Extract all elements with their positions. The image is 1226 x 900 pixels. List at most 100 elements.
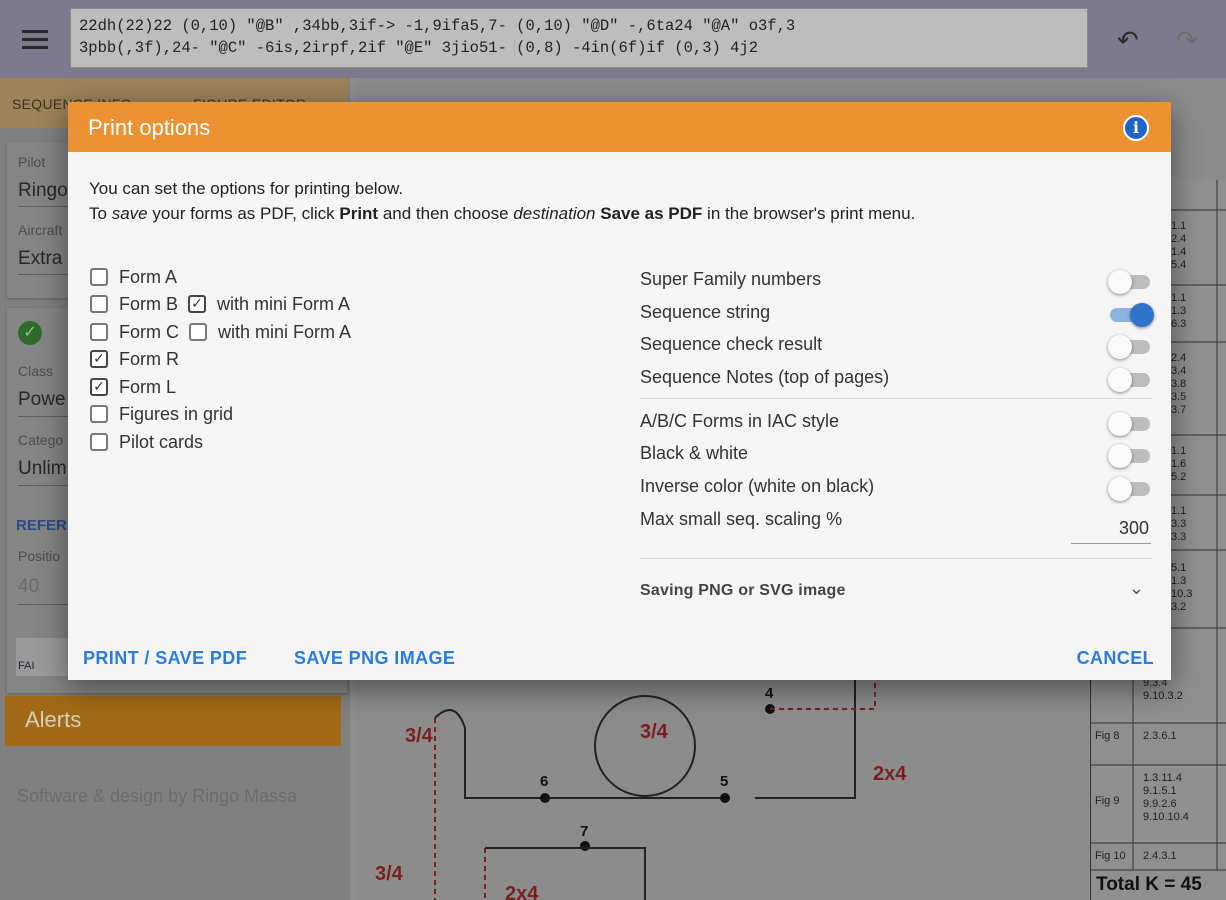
intro-part: save	[111, 204, 148, 223]
form-r-checkbox[interactable]	[90, 350, 108, 368]
class-label: Class	[18, 363, 54, 379]
form-l-label: Form L	[119, 376, 177, 397]
form-c-checkbox[interactable]	[90, 323, 108, 341]
form-b-checkbox[interactable]	[90, 295, 108, 313]
info-icon[interactable]: i	[1123, 115, 1149, 141]
form-c-mini-label: with mini Form A	[218, 321, 352, 342]
k-cell: 2.4.3.1	[1143, 850, 1177, 862]
roll-label: 2x4	[505, 883, 539, 900]
max-scaling-input[interactable]	[1071, 514, 1151, 544]
alerts-title: Alerts	[25, 707, 82, 732]
super-family-option: Super Family numbers	[640, 266, 1152, 294]
sequence-line-2: 3pbb(,3f),24- "@C" -6is,2irpf,2if "@E" 3…	[79, 39, 759, 57]
iac-style-label: A/B/C Forms in IAC style	[640, 411, 840, 431]
form-l-checkbox[interactable]	[90, 378, 108, 396]
form-b-mini-checkbox[interactable]	[188, 295, 207, 313]
form-a-label: Form A	[119, 266, 178, 287]
sequence-line-1: 22dh(22)22 (0,10) "@B" ,34bb,3if-> -1,9i…	[79, 17, 796, 35]
intro-text: You can set the options for printing bel…	[89, 176, 915, 226]
k-cell: 1.1 3.3 3.3	[1171, 505, 1187, 543]
category-field[interactable]: Unlim	[18, 458, 67, 480]
figure-dash-line	[770, 678, 876, 710]
k-cell: 1.1 2.4 1.4 5.4	[1171, 220, 1187, 271]
form-a-checkbox[interactable]	[90, 268, 108, 286]
fai-logo: FAI	[16, 638, 76, 676]
png-svg-expander[interactable]: Saving PNG or SVG image ⌄	[640, 572, 1152, 608]
sequence-check-toggle[interactable]	[1108, 335, 1152, 359]
dialog-header: Print options i	[68, 102, 1171, 152]
figures-grid-option: Figures in grid	[90, 402, 233, 426]
alerts-header: Alerts	[5, 696, 341, 746]
print-save-pdf-button[interactable]: PRINT / SAVE PDF	[83, 648, 247, 669]
cancel-button[interactable]: CANCEL	[1077, 648, 1154, 669]
sequence-string-label: Sequence string	[640, 302, 771, 322]
intro-part: in the browser's print menu.	[702, 204, 916, 223]
form-b-mini-label: with mini Form A	[217, 293, 351, 314]
roll-label: 3/4	[405, 725, 434, 747]
hamburger-menu-icon[interactable]	[22, 30, 48, 50]
form-c-mini-checkbox[interactable]	[189, 323, 207, 341]
pilot-cards-label: Pilot cards	[119, 431, 204, 452]
intro-part: To	[89, 204, 112, 223]
figure-number: 6	[540, 773, 548, 790]
fai-logo-text: FAI	[18, 660, 35, 672]
pilot-cards-checkbox[interactable]	[90, 433, 108, 451]
figure-dot	[540, 793, 550, 803]
sequence-string-input[interactable]: 22dh(22)22 (0,10) "@B" ,34bb,3if-> -1,9i…	[70, 8, 1088, 68]
super-family-label: Super Family numbers	[640, 269, 822, 289]
form-c-mini-option: with mini Form A	[189, 322, 351, 343]
class-field[interactable]: Powe	[18, 389, 66, 411]
aircraft-field[interactable]: Extra	[18, 248, 62, 270]
k-cell: 1.1 1.6 5.2	[1171, 445, 1187, 483]
loop-figure	[594, 695, 696, 797]
form-a-option: Form A	[90, 265, 177, 289]
k-cell: 1.1 1.3 6.3	[1171, 292, 1187, 330]
figures-grid-label: Figures in grid	[119, 403, 234, 424]
aircraft-label: Aircraft	[18, 222, 63, 238]
position-field[interactable]: 40	[18, 576, 39, 598]
sequence-string-toggle[interactable]	[1108, 303, 1154, 327]
roll-label: 3/4	[375, 863, 404, 885]
intro-part: destination	[513, 204, 596, 223]
intro-part: Print	[339, 204, 379, 223]
figure-number: 7	[580, 823, 588, 840]
inverse-color-option: Inverse color (white on black)	[640, 473, 1152, 501]
save-png-button[interactable]: SAVE PNG IMAGE	[294, 648, 455, 669]
reference-link[interactable]: REFER	[16, 517, 67, 534]
k-row-label: Fig 8	[1095, 730, 1120, 742]
inverse-color-toggle[interactable]	[1108, 477, 1152, 501]
intro-part: and then choose	[378, 204, 514, 223]
check-circle-icon: ✓	[18, 321, 42, 345]
figure-dot	[580, 841, 590, 851]
redo-icon[interactable]: ↷	[1176, 26, 1198, 56]
chevron-down-icon: ⌄	[1128, 578, 1144, 599]
sequence-string-option: Sequence string	[640, 299, 1154, 327]
k-row-label: Fig 9	[1095, 795, 1120, 807]
pilot-cards-option: Pilot cards	[90, 430, 203, 454]
options-divider	[640, 558, 1152, 559]
figure-number: 5	[720, 773, 728, 790]
intro-part: your forms as PDF, click	[147, 204, 340, 223]
undo-icon[interactable]: ↶	[1117, 26, 1139, 56]
pilot-label: Pilot	[18, 154, 46, 170]
form-c-label: Form C	[119, 321, 179, 342]
figure-dot	[720, 793, 730, 803]
super-family-toggle[interactable]	[1108, 270, 1152, 294]
sequence-notes-toggle[interactable]	[1108, 368, 1152, 392]
iac-style-toggle[interactable]	[1108, 412, 1152, 436]
figure-number: 4	[765, 685, 774, 702]
black-white-toggle[interactable]	[1108, 444, 1152, 468]
form-b-mini-option: with mini Form A	[188, 294, 350, 315]
max-scaling-label: Max small seq. scaling %	[640, 509, 843, 529]
form-r-label: Form R	[119, 348, 179, 369]
k-cell: 5.1 1.3 10.3 3.2	[1171, 562, 1193, 613]
k-cell: 2.3.6.1	[1143, 730, 1177, 742]
figures-grid-checkbox[interactable]	[90, 405, 108, 423]
figure-path	[434, 709, 545, 799]
form-b-option: Form B with mini Form A	[90, 292, 350, 316]
form-c-option: Form C with mini Form A	[90, 320, 351, 344]
inverse-color-label: Inverse color (white on black)	[640, 476, 875, 496]
print-options-dialog: Print options i You can set the options …	[68, 102, 1171, 680]
pilot-field[interactable]: Ringo	[18, 180, 68, 202]
intro-part: Save as PDF	[600, 204, 703, 223]
